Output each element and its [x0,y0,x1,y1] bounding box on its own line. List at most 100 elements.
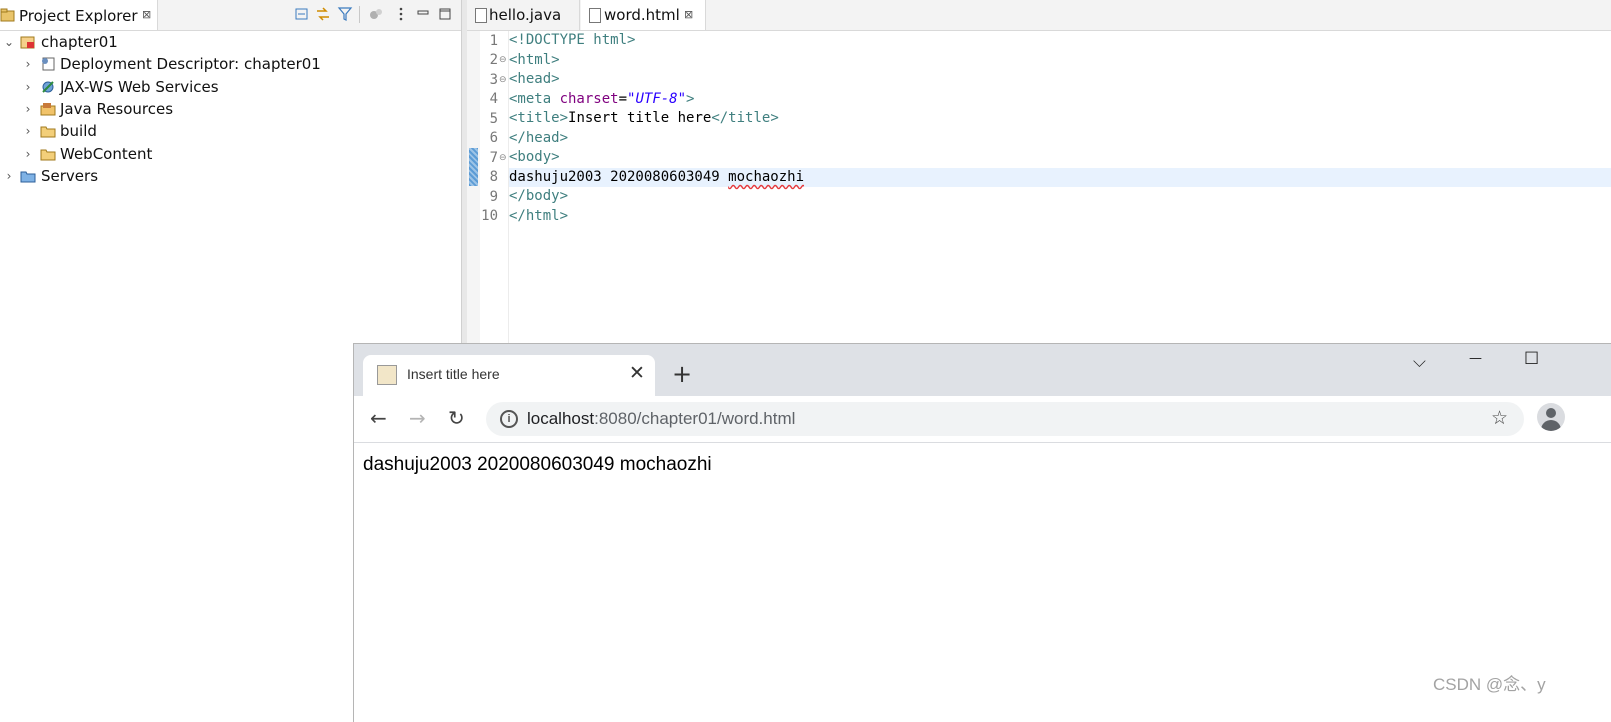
tree-item-label: Servers [41,167,99,185]
address-bar[interactable]: i localhost:8080/chapter01/word.html ☆ [486,402,1524,436]
code-line-5[interactable]: <title>Insert title here</title> [509,109,779,129]
tab-word-html[interactable]: word.html ⊠ [581,0,706,30]
window-minimize-button[interactable]: — [1469,351,1482,366]
toolbar-separator [359,6,360,23]
editor-tab-bar: hello.java word.html ⊠ [467,0,1611,31]
chevron-right-icon[interactable]: › [22,76,34,98]
project-explorer-icon [0,8,15,22]
line-number: 6 [489,130,498,146]
close-tab-icon[interactable]: ✕ [629,362,645,384]
reload-button[interactable]: ↻ [448,406,465,430]
line-number: 5 [489,111,498,127]
code-line-10[interactable]: </html> [509,207,568,227]
line-number: 2 [489,52,498,68]
spelling-error-word: mochaozhi [728,169,805,185]
bookmark-star-icon[interactable]: ☆ [1491,407,1508,429]
chevron-right-icon[interactable]: › [22,143,34,165]
chevron-right-icon[interactable]: › [22,53,34,75]
view-menu-icon[interactable] [393,6,409,22]
code-line-3[interactable]: <head> [509,70,560,90]
code-token: <!DOCTYPE html> [509,32,636,48]
code-token: </title> [711,110,779,126]
tab-label: hello.java [489,6,562,24]
web-services-icon [42,81,54,93]
code-line-6[interactable]: </head> [509,129,568,149]
line-number: 10 [481,208,498,224]
profile-avatar[interactable] [1537,403,1565,431]
site-info-icon[interactable]: i [500,410,518,428]
close-icon[interactable]: ⊠ [684,0,693,30]
java-resources-icon [40,103,56,116]
code-token: "UTF-8" [627,91,687,107]
tree-item-label: chapter01 [41,33,118,51]
maximize-icon[interactable] [437,6,453,22]
browser-tab-active[interactable]: Insert title here ✕ [363,355,655,396]
code-token: > [686,91,695,107]
line-number: 1 [489,33,498,49]
line-number: 4 [489,91,498,107]
fold-collapse-icon[interactable]: ⊖ [499,51,507,70]
tree-item-label: JAX-WS Web Services [60,78,219,96]
code-token: <head> [509,71,560,87]
tree-item-label: Deployment Descriptor: chapter01 [60,55,321,73]
url-text[interactable]: localhost:8080/chapter01/word.html [527,409,795,429]
focus-icon[interactable] [368,6,384,22]
code-line-4[interactable]: <meta charset="UTF-8"> [509,90,694,110]
browser-tab-title: Insert title here [407,366,500,382]
folder-icon [40,149,56,161]
code-token: <html> [509,52,560,68]
close-icon[interactable]: ⊠ [142,8,151,21]
tab-label: word.html [604,6,680,24]
line-number: 8 [489,169,498,185]
folder-icon [40,126,56,138]
code-line-1[interactable]: <!DOCTYPE html> [509,31,635,51]
project-explorer-title: Project Explorer [19,7,138,25]
code-token: </body> [509,188,569,204]
link-with-editor-icon[interactable] [315,6,331,22]
filter-icon[interactable] [337,6,353,22]
tab-search-icon[interactable]: ⌵ [1413,352,1426,372]
code-token: <title> [509,110,569,126]
servers-folder-icon [20,171,36,183]
code-line-7[interactable]: <body> [509,148,560,168]
code-token: charset [559,91,619,107]
browser-toolbar: ← → ↻ i localhost:8080/chapter01/word.ht… [354,396,1611,443]
occurrence-marker [469,148,478,186]
chevron-down-icon[interactable]: ⌄ [3,31,15,53]
watermark: CSDN @念、y [1433,675,1546,694]
chevron-right-icon[interactable]: › [3,165,15,187]
collapse-all-icon[interactable] [294,6,310,22]
code-token: <body> [509,149,560,165]
chevron-right-icon[interactable]: › [22,98,34,120]
html-file-icon [589,8,601,23]
fold-collapse-icon[interactable]: ⊖ [499,71,507,90]
new-tab-button[interactable]: + [672,360,692,388]
project-explorer-header: Project Explorer ⊠ [0,0,461,31]
url-path: :8080/chapter01/word.html [594,409,796,428]
deployment-descriptor-icon [42,57,55,71]
code-token: dashuju2003 2020080603049 [509,169,729,185]
minimize-icon[interactable] [415,6,431,22]
browser-window: Insert title here ✕ + ⌵ — ☐ ← → ↻ i loca… [353,343,1611,722]
forward-button[interactable]: → [409,406,426,430]
code-token: Insert title here [568,110,712,126]
tab-project-explorer[interactable]: Project Explorer ⊠ [0,0,158,30]
line-number: 7 [489,150,498,166]
browser-tab-strip: Insert title here ✕ + ⌵ — ☐ [354,344,1611,396]
chevron-right-icon[interactable]: › [22,120,34,142]
fold-collapse-icon[interactable]: ⊖ [499,149,507,168]
tree-item-label: Java Resources [60,100,174,118]
favicon-icon [377,365,397,385]
code-line-9[interactable]: </body> [509,187,568,207]
web-project-icon [20,36,35,49]
code-token: </head> [509,130,569,146]
tree-item-label: WebContent [60,145,153,163]
java-file-icon [475,8,487,23]
code-line-2[interactable]: <html> [509,51,560,71]
line-number: 9 [489,189,498,205]
avatar-head [1546,408,1556,418]
window-maximize-button[interactable]: ☐ [1524,349,1539,369]
tab-hello-java[interactable]: hello.java [467,0,580,30]
back-button[interactable]: ← [370,406,387,430]
code-line-8[interactable]: dashuju2003 2020080603049 mochaozhi [509,168,804,188]
